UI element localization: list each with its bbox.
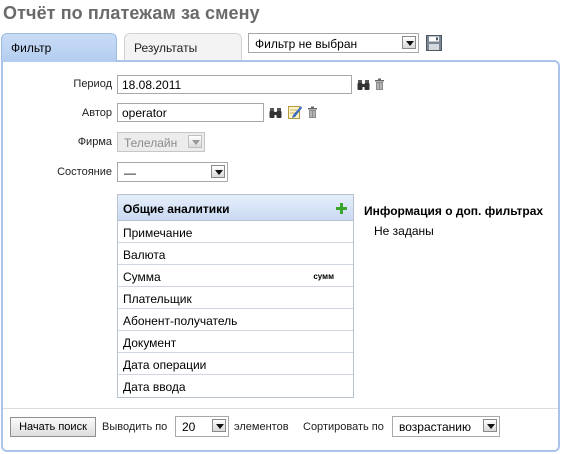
- filter-preset-value: Фильтр не выбран: [255, 37, 358, 51]
- page-size-select[interactable]: 20: [175, 416, 229, 437]
- trash-icon[interactable]: [306, 106, 319, 119]
- period-label: Период: [73, 78, 112, 90]
- state-label: Состояние: [57, 166, 112, 178]
- tab-filter[interactable]: Фильтр: [1, 33, 117, 62]
- analytics-item-label: Сумма: [123, 270, 161, 284]
- analytics-item[interactable]: Абонент-получатель: [118, 309, 353, 331]
- analytics-item[interactable]: Документ: [118, 331, 353, 353]
- author-label: Автор: [81, 107, 112, 119]
- trash-icon[interactable]: [373, 78, 386, 91]
- author-input[interactable]: operator: [117, 103, 264, 122]
- chevron-down-icon: [212, 419, 226, 432]
- chevron-down-icon: [188, 135, 202, 148]
- analytics-item-label: Примечание: [123, 226, 193, 240]
- extra-filters-value: Не заданы: [374, 224, 434, 238]
- analytics-item[interactable]: Валюта: [118, 243, 353, 265]
- analytics-item-label: Абонент-получатель: [123, 314, 238, 328]
- tab-results[interactable]: Результаты: [124, 33, 242, 61]
- firm-label: Фирма: [77, 136, 112, 148]
- analytics-header-label: Общие аналитики: [123, 202, 230, 216]
- analytics-item-label: Плательщик: [123, 292, 192, 306]
- analytics-list: Общие аналитики Примечание Валюта Сумма с…: [117, 194, 354, 398]
- save-icon[interactable]: [426, 35, 442, 51]
- edit-icon[interactable]: [288, 105, 302, 119]
- analytics-item-label: Валюта: [123, 248, 166, 262]
- sort-label: Сортировать по: [303, 421, 384, 433]
- analytics-item-label: Дата ввода: [123, 380, 186, 394]
- page-title: Отчёт по платежам за смену: [3, 3, 260, 23]
- analytics-item-badge: сумм: [313, 272, 334, 281]
- start-search-button[interactable]: Начать поиск: [10, 417, 96, 437]
- firm-value: Телелайн: [124, 136, 178, 150]
- state-select[interactable]: —: [117, 162, 228, 182]
- analytics-header: Общие аналитики: [118, 195, 353, 221]
- analytics-item-label: Дата операции: [123, 358, 207, 372]
- page-size-value: 20: [182, 420, 196, 434]
- period-input[interactable]: 18.08.2011: [117, 75, 352, 94]
- add-icon[interactable]: [336, 203, 347, 214]
- state-value: —: [124, 166, 136, 180]
- binoculars-icon[interactable]: [357, 78, 370, 91]
- extra-filters-title: Информация о доп. фильтрах: [364, 204, 544, 218]
- analytics-item[interactable]: Дата операции: [118, 353, 353, 375]
- elements-label: элементов: [234, 421, 289, 433]
- analytics-item[interactable]: Примечание: [118, 221, 353, 243]
- binoculars-icon[interactable]: [269, 106, 282, 119]
- page-size-label: Выводить по: [102, 421, 168, 433]
- analytics-item[interactable]: Плательщик: [118, 287, 353, 309]
- filter-preset-select[interactable]: Фильтр не выбран: [248, 33, 419, 53]
- chevron-down-icon: [483, 419, 497, 432]
- sort-order-value: возрастанию: [399, 420, 471, 434]
- analytics-item-label: Документ: [123, 336, 177, 350]
- footer-divider: [3, 408, 558, 409]
- chevron-down-icon: [402, 36, 416, 49]
- analytics-item[interactable]: Дата ввода: [118, 375, 353, 397]
- chevron-down-icon: [211, 165, 225, 178]
- sort-order-select[interactable]: возрастанию: [392, 416, 500, 437]
- firm-select: Телелайн: [117, 132, 205, 152]
- analytics-item[interactable]: Сумма сумм: [118, 265, 353, 287]
